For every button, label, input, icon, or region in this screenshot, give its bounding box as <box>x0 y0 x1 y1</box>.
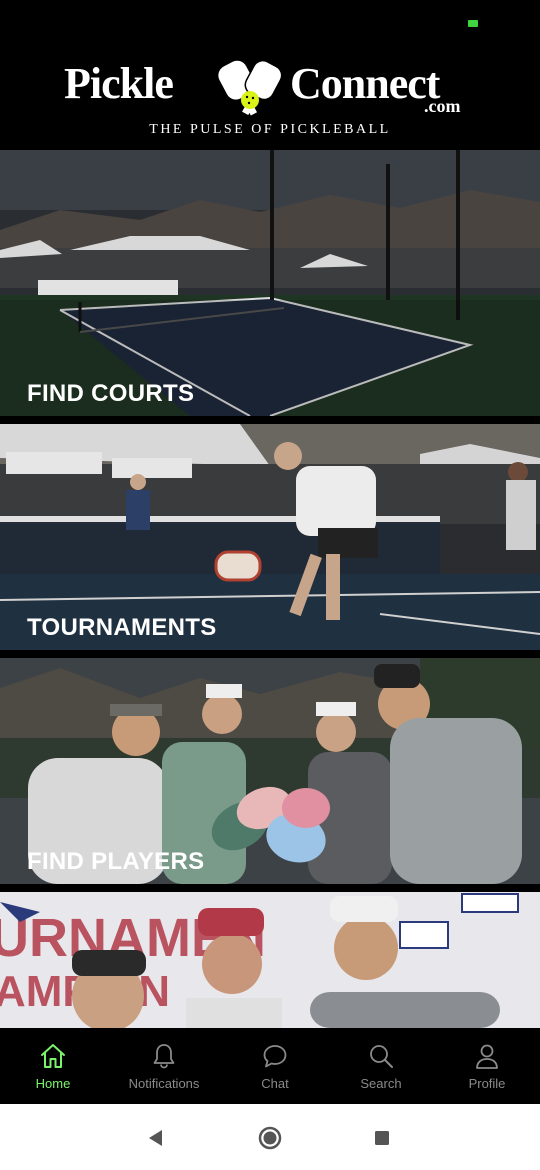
nav-chat-label: Chat <box>261 1076 289 1091</box>
tagline: THE PULSE OF PICKLEBALL <box>149 122 391 137</box>
battery-icon <box>468 20 478 27</box>
nav-profile[interactable]: Profile <box>448 1028 526 1104</box>
nav-profile-label: Profile <box>468 1076 506 1091</box>
logo: Pickle Connect .com <box>64 58 484 118</box>
nav-search-label: Search <box>360 1076 402 1091</box>
find-courts-label: FIND COURTS <box>27 380 195 407</box>
recents-icon[interactable] <box>370 1126 394 1150</box>
home-icon <box>41 1044 65 1068</box>
find-players-label: FIND PLAYERS <box>27 848 205 875</box>
nav-chat[interactable]: Chat <box>236 1028 314 1104</box>
courts-photo <box>0 150 540 416</box>
nav-search[interactable]: Search <box>342 1028 420 1104</box>
champions-photo: URNAMEN AMPION <box>0 892 540 1028</box>
paddles-logo-icon <box>218 59 283 116</box>
home-circle-icon[interactable] <box>258 1126 282 1150</box>
status-bar <box>0 0 540 44</box>
find-courts-tile[interactable]: FIND COURTS <box>0 150 540 416</box>
bottom-nav: Home Notifications Chat Search Profile <box>0 1028 540 1104</box>
tournaments-tile[interactable]: TOURNAMENTS <box>0 424 540 650</box>
back-icon[interactable] <box>144 1126 168 1150</box>
tournaments-label: TOURNAMENTS <box>27 614 217 641</box>
profile-icon <box>476 1044 498 1069</box>
logo-domain: .com <box>424 96 461 116</box>
nav-home-label: Home <box>35 1076 71 1091</box>
logo-word-connect: Connect <box>290 59 440 108</box>
nav-notifications-label: Notifications <box>128 1076 200 1091</box>
system-nav-bar <box>0 1104 540 1170</box>
champions-tile[interactable]: URNAMEN AMPION <box>0 892 540 1028</box>
nav-notifications[interactable]: Notifications <box>114 1028 214 1104</box>
chat-icon <box>263 1045 287 1068</box>
find-players-tile[interactable]: FIND PLAYERS <box>0 658 540 884</box>
logo-word-pickle: Pickle <box>64 59 174 108</box>
nav-home[interactable]: Home <box>14 1028 92 1104</box>
bell-icon <box>153 1044 175 1069</box>
search-icon <box>370 1045 393 1068</box>
app-header: Pickle Connect .com THE PULSE OF PICKLEB… <box>0 44 540 148</box>
